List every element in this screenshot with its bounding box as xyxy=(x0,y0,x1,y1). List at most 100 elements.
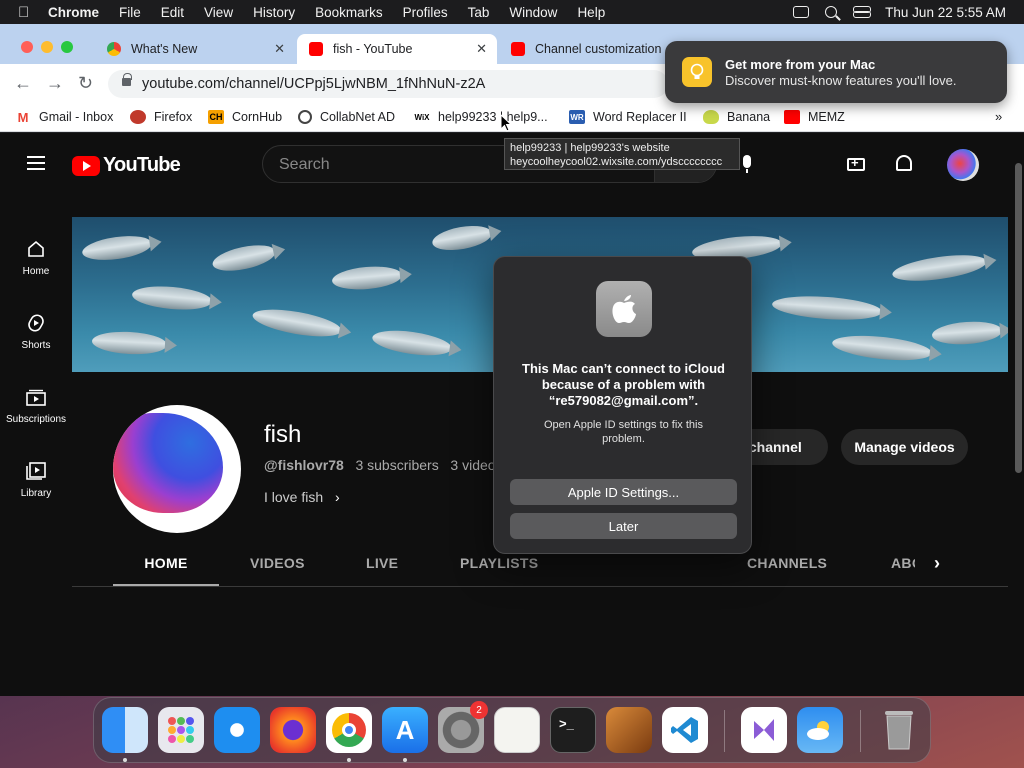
icloud-alert-dialog: This Mac can’t connect to iCloud because… xyxy=(493,256,752,554)
tab-channel-customization[interactable]: Channel customization xyxy=(499,34,669,64)
menu-icon[interactable] xyxy=(27,156,45,170)
address-bar[interactable]: youtube.com/channel/UCPpj5LjwNBM_1fNhNuN… xyxy=(108,70,668,98)
subscriber-count: 3 subscribers xyxy=(355,457,439,473)
bookmark-label: MEMZ xyxy=(808,110,845,124)
dialog-title: This Mac can’t connect to iCloud because… xyxy=(522,361,725,408)
tab-channels[interactable]: CHANNELS xyxy=(747,547,827,586)
forward-arrow-icon[interactable]: → xyxy=(46,73,64,94)
wix-icon: WiX xyxy=(414,110,430,124)
bookmark-firefox[interactable]: Firefox xyxy=(130,110,192,124)
bookmark-gmail[interactable]: M Gmail - Inbox xyxy=(15,110,114,125)
zoom-window-button[interactable] xyxy=(61,41,73,53)
youtube-wordmark: YouTube xyxy=(103,154,181,176)
tabs-scroll-right-icon[interactable]: › xyxy=(934,547,940,586)
reload-icon[interactable]: ↻ xyxy=(78,73,93,94)
dock: A 2 >_ xyxy=(93,697,931,763)
spotlight-icon[interactable] xyxy=(825,6,838,18)
channel-avatar[interactable] xyxy=(113,405,241,533)
bookmark-label: help99233 | help9... xyxy=(438,110,548,124)
menu-file[interactable]: File xyxy=(119,5,141,20)
back-arrow-icon[interactable]: ← xyxy=(14,73,32,94)
sidebar-item-label: Home xyxy=(22,266,50,277)
terminal-icon[interactable]: >_ xyxy=(550,707,596,753)
notification-badge: 2 xyxy=(470,701,488,719)
bookmark-banana[interactable]: Banana xyxy=(703,110,770,124)
minimize-window-button[interactable] xyxy=(41,41,53,53)
tab-home[interactable]: HOME xyxy=(113,547,219,586)
system-notification[interactable]: Get more from your Mac Discover must-kno… xyxy=(665,41,1007,103)
garageband-icon[interactable] xyxy=(606,707,652,753)
apple-id-settings-button[interactable]: Apple ID Settings... xyxy=(510,479,737,505)
close-window-button[interactable] xyxy=(21,41,33,53)
textedit-icon[interactable] xyxy=(494,707,540,753)
manage-videos-button[interactable]: Manage videos xyxy=(841,429,968,465)
microphone-icon[interactable] xyxy=(743,155,751,173)
vscode-icon[interactable] xyxy=(662,707,708,753)
banana-icon xyxy=(703,110,719,124)
bookmark-help99233[interactable]: WiX help99233 | help9... xyxy=(414,110,548,124)
menu-window[interactable]: Window xyxy=(509,5,557,20)
visual-studio-icon[interactable] xyxy=(741,707,787,753)
youtube-logo[interactable]: YouTube xyxy=(72,154,181,177)
chrome-icon[interactable] xyxy=(326,707,372,753)
bookmark-collabnet[interactable]: CollabNet AD xyxy=(298,110,395,124)
sidebar-item-shorts[interactable]: Shorts xyxy=(0,313,72,351)
tab-videos[interactable]: VIDEOS xyxy=(250,547,305,586)
tooltip-url: heycoolheycool02.wixsite.com/ydscccccccc xyxy=(510,156,723,168)
notifications-bell-icon[interactable] xyxy=(896,155,912,171)
tab-live[interactable]: LIVE xyxy=(366,547,398,586)
chrome-icon xyxy=(107,42,121,56)
menu-datetime[interactable]: Thu Jun 22 5:55 AM xyxy=(885,5,1006,20)
lock-icon[interactable] xyxy=(122,73,132,86)
tab-about[interactable]: ABOUT xyxy=(891,547,915,586)
finder-icon[interactable] xyxy=(102,707,148,753)
menu-bookmarks[interactable]: Bookmarks xyxy=(315,5,383,20)
menu-edit[interactable]: Edit xyxy=(161,5,184,20)
notification-body: Discover must-know features you'll love. xyxy=(725,73,957,88)
library-icon xyxy=(26,461,46,481)
menu-tab[interactable]: Tab xyxy=(468,5,490,20)
search-placeholder: Search xyxy=(279,156,330,173)
bookmark-memz[interactable]: MEMZ xyxy=(784,110,845,124)
page-scrollbar[interactable] xyxy=(1015,163,1022,473)
menu-history[interactable]: History xyxy=(253,5,295,20)
close-tab-icon[interactable]: ✕ xyxy=(274,41,285,57)
create-video-icon[interactable] xyxy=(847,155,865,171)
sidebar-item-home[interactable]: Home xyxy=(0,239,72,277)
running-indicator xyxy=(123,758,127,762)
firefox-icon[interactable] xyxy=(270,707,316,753)
app-store-icon[interactable]: A xyxy=(382,707,428,753)
bookmarks-bar: M Gmail - Inbox Firefox CH CornHub Colla… xyxy=(0,104,1024,132)
launchpad-icon[interactable] xyxy=(158,707,204,753)
cornhub-icon: CH xyxy=(208,110,224,124)
channel-meta: @fishlovr78 3 subscribers 3 videos xyxy=(264,457,503,473)
menu-profiles[interactable]: Profiles xyxy=(403,5,448,20)
betta-fish-image xyxy=(113,413,223,513)
bookmark-word-replacer[interactable]: WR Word Replacer II xyxy=(569,110,687,124)
menu-app-name[interactable]: Chrome xyxy=(48,5,99,20)
trash-icon[interactable] xyxy=(876,707,922,753)
menu-help[interactable]: Help xyxy=(577,5,605,20)
tooltip-title: help99233 | help99233's website xyxy=(510,142,670,154)
later-button[interactable]: Later xyxy=(510,513,737,539)
tab-fish-youtube[interactable]: fish - YouTube ✕ xyxy=(297,34,497,64)
menu-view[interactable]: View xyxy=(204,5,233,20)
apple-menu-icon[interactable]:  xyxy=(18,4,34,21)
sidebar-item-subscriptions[interactable]: Subscriptions xyxy=(0,387,72,425)
channel-description[interactable]: I love fish › xyxy=(264,489,340,505)
bookmark-label: Firefox xyxy=(154,110,193,124)
dock-separator xyxy=(724,710,725,752)
youtube-icon xyxy=(784,110,800,124)
weather-icon[interactable] xyxy=(797,707,843,753)
control-center-icon[interactable] xyxy=(853,6,872,18)
sidebar-item-library[interactable]: Library xyxy=(0,461,72,499)
bookmarks-overflow-icon[interactable]: » xyxy=(995,109,1002,124)
bookmark-cornhub[interactable]: CH CornHub xyxy=(208,110,282,124)
tab-whats-new[interactable]: What's New ✕ xyxy=(95,34,295,64)
close-tab-icon[interactable]: ✕ xyxy=(476,41,487,57)
bookmark-label: Gmail - Inbox xyxy=(39,110,114,124)
account-avatar[interactable] xyxy=(947,149,979,181)
safari-icon[interactable] xyxy=(214,707,260,753)
screen-mirroring-icon[interactable] xyxy=(793,6,810,18)
running-indicator xyxy=(347,758,351,762)
